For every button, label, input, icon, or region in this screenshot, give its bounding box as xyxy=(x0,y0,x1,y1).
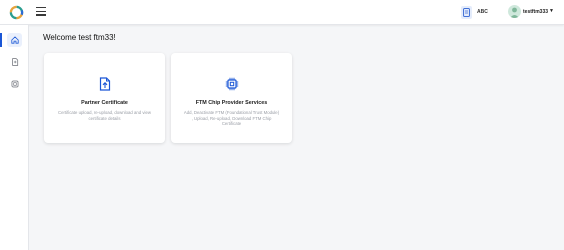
sidebar-item-home[interactable] xyxy=(0,33,22,47)
upload-file-icon xyxy=(99,77,111,91)
document-icon xyxy=(11,58,18,66)
chevron-down-icon[interactable]: ▼ xyxy=(549,8,554,14)
partner-label: ABC xyxy=(477,9,488,15)
chip-icon xyxy=(11,80,18,88)
logo-icon xyxy=(9,5,24,20)
card-description: Add, Deactivate FTM (Foundational Trust … xyxy=(183,110,280,127)
partner-badge-icon xyxy=(461,6,472,19)
user-name-label[interactable]: testftm333 xyxy=(523,9,548,15)
partner-certificate-card[interactable]: Partner Certificate Certificate upload, … xyxy=(44,53,165,143)
chip-icon xyxy=(225,77,239,91)
sidebar-item-certificates[interactable] xyxy=(7,55,22,69)
top-bar: ABC testftm333 ▼ xyxy=(0,0,564,25)
ftm-chip-provider-card[interactable]: FTM Chip Provider Services Add, Deactiva… xyxy=(171,53,292,143)
hamburger-line xyxy=(36,7,46,9)
card-title: FTM Chip Provider Services xyxy=(195,100,268,106)
sidebar xyxy=(0,25,29,250)
card-title: Partner Certificate xyxy=(81,100,128,106)
hamburger-line xyxy=(36,14,46,16)
page-title: Welcome test ftm33! xyxy=(43,33,116,42)
hamburger-line xyxy=(36,10,46,12)
card-description: Certificate upload, re-upload, download … xyxy=(58,110,151,121)
sidebar-item-chip[interactable] xyxy=(7,77,22,91)
home-icon xyxy=(10,36,19,44)
avatar[interactable] xyxy=(508,5,521,18)
menu-toggle-button[interactable] xyxy=(36,7,46,16)
